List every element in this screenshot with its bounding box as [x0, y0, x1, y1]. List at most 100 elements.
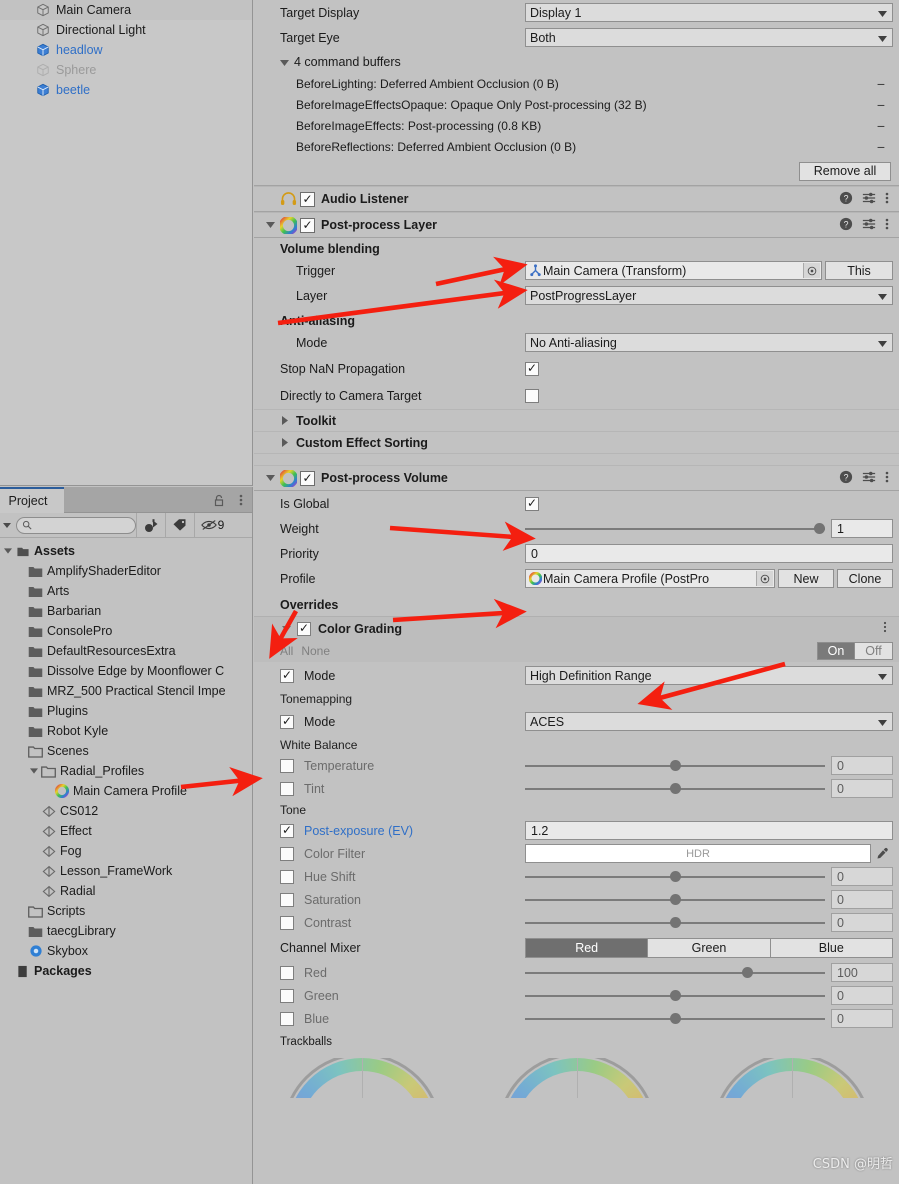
hidden-count-button[interactable]: 9: [194, 513, 230, 537]
color-grading-enabled-checkbox[interactable]: ✓: [297, 621, 311, 636]
hierarchy-item-beetle[interactable]: beetle: [0, 80, 252, 100]
project-tree-item[interactable]: Lesson_FrameWork: [0, 861, 252, 881]
trackball-gain[interactable]: [711, 1058, 872, 1098]
all-button[interactable]: All: [280, 644, 293, 658]
project-tree-item[interactable]: Dissolve Edge by Moonflower C: [0, 661, 252, 681]
direct-target-checkbox[interactable]: [525, 388, 539, 403]
project-tree-item[interactable]: Assets: [0, 541, 252, 561]
preset-icon[interactable]: [862, 470, 876, 487]
object-picker-icon[interactable]: [756, 571, 773, 586]
off-button[interactable]: Off: [855, 642, 893, 660]
chevron-down-icon[interactable]: [0, 522, 14, 528]
weight-value-field[interactable]: 1: [831, 519, 893, 538]
mixer-blue-checkbox[interactable]: [280, 1011, 294, 1026]
lock-icon[interactable]: [212, 492, 226, 508]
aa-mode-dropdown[interactable]: No Anti-aliasing: [525, 333, 893, 352]
preset-icon[interactable]: [862, 217, 876, 234]
triangle-down-icon[interactable]: [262, 475, 278, 481]
project-tree-item[interactable]: Packages: [0, 961, 252, 981]
target-eye-dropdown[interactable]: Both: [525, 28, 893, 47]
custom-effect-sorting-foldout[interactable]: Custom Effect Sorting: [254, 431, 899, 453]
tab-project[interactable]: Project: [0, 487, 64, 513]
profile-object-field[interactable]: Main Camera Profile (PostPro: [525, 569, 775, 588]
tint-checkbox[interactable]: [280, 781, 294, 796]
kebab-menu-icon[interactable]: [885, 217, 889, 234]
help-icon[interactable]: ?: [839, 217, 853, 234]
mixer-blue-slider[interactable]: [525, 1009, 825, 1028]
saturation-checkbox[interactable]: [280, 892, 294, 907]
mixer-green-checkbox[interactable]: [280, 988, 294, 1003]
saturation-slider[interactable]: [525, 890, 825, 909]
project-tree-item[interactable]: Scripts: [0, 901, 252, 921]
filter-by-type-icon[interactable]: [136, 513, 165, 537]
triangle-down-icon[interactable]: [2, 548, 14, 554]
temperature-slider[interactable]: [525, 756, 825, 775]
temperature-value-field[interactable]: 0: [831, 756, 893, 775]
hue-shift-checkbox[interactable]: [280, 869, 294, 884]
saturation-value-field[interactable]: 0: [831, 890, 893, 909]
project-tree-item[interactable]: Effect: [0, 821, 252, 841]
project-tree-item[interactable]: Radial_Profiles: [0, 761, 252, 781]
object-picker-icon[interactable]: [803, 263, 820, 278]
kebab-menu-icon[interactable]: [885, 191, 889, 208]
help-icon[interactable]: ?: [839, 191, 853, 208]
hierarchy-item-directional-light[interactable]: Directional Light: [0, 20, 252, 40]
contrast-slider[interactable]: [525, 913, 825, 932]
tonemapping-mode-checkbox[interactable]: ✓: [280, 714, 294, 729]
audio-listener-enabled-checkbox[interactable]: ✓: [300, 191, 315, 207]
remove-icon[interactable]: −: [877, 118, 899, 134]
eyedropper-icon[interactable]: [871, 844, 893, 863]
tint-slider[interactable]: [525, 779, 825, 798]
kebab-menu-icon[interactable]: [883, 621, 899, 636]
command-buffers-header[interactable]: 4 command buffers: [254, 50, 899, 73]
triangle-down-icon[interactable]: [282, 625, 291, 632]
kebab-menu-icon[interactable]: [885, 470, 889, 487]
color-grading-header[interactable]: ✓ Color Grading: [254, 616, 899, 640]
channel-tab-blue[interactable]: Blue: [770, 937, 893, 958]
project-tree-item[interactable]: Robot Kyle: [0, 721, 252, 741]
none-button[interactable]: None: [301, 644, 330, 658]
post-process-volume-enabled-checkbox[interactable]: ✓: [300, 470, 315, 486]
cg-mode-checkbox[interactable]: ✓: [280, 668, 294, 683]
project-tree-item[interactable]: Skybox: [0, 941, 252, 961]
project-tree-item[interactable]: MRZ_500 Practical Stencil Impe: [0, 681, 252, 701]
project-tree-item[interactable]: Barbarian: [0, 601, 252, 621]
mixer-red-checkbox[interactable]: [280, 965, 294, 980]
on-button[interactable]: On: [817, 642, 855, 660]
mixer-red-value-field[interactable]: 100: [831, 963, 893, 982]
hierarchy-item-main-camera[interactable]: Main Camera: [0, 0, 252, 20]
project-tree-item[interactable]: CS012: [0, 801, 252, 821]
priority-field[interactable]: 0: [525, 544, 893, 563]
project-tree-item[interactable]: taecgLibrary: [0, 921, 252, 941]
tonemapping-mode-dropdown[interactable]: ACES: [525, 712, 893, 731]
remove-icon[interactable]: −: [877, 139, 899, 155]
color-filter-swatch[interactable]: HDR: [525, 844, 871, 863]
target-display-dropdown[interactable]: Display 1: [525, 3, 893, 22]
search-input-field[interactable]: [35, 519, 131, 531]
project-tree-item[interactable]: Radial: [0, 881, 252, 901]
search-input[interactable]: [16, 516, 136, 534]
project-tree-item[interactable]: ConsolePro: [0, 621, 252, 641]
temperature-checkbox[interactable]: [280, 758, 294, 773]
channel-tab-green[interactable]: Green: [648, 937, 771, 958]
stop-nan-checkbox[interactable]: ✓: [525, 361, 539, 376]
new-profile-button[interactable]: New: [778, 569, 834, 588]
on-off-toggle[interactable]: On Off: [817, 642, 893, 660]
component-header-audio-listener[interactable]: ✓ Audio Listener ?: [254, 186, 899, 212]
channel-tab-red[interactable]: Red: [525, 937, 649, 958]
project-tree-item[interactable]: Scenes: [0, 741, 252, 761]
component-header-post-process-layer[interactable]: ✓ Post-process Layer ?: [254, 212, 899, 238]
post-exposure-checkbox[interactable]: ✓: [280, 823, 294, 838]
hierarchy-item-headlow[interactable]: headlow: [0, 40, 252, 60]
project-tree-item[interactable]: DefaultResourcesExtra: [0, 641, 252, 661]
clone-profile-button[interactable]: Clone: [837, 569, 893, 588]
mixer-green-slider[interactable]: [525, 986, 825, 1005]
remove-all-button[interactable]: Remove all: [799, 161, 891, 181]
component-header-post-process-volume[interactable]: ✓ Post-process Volume ?: [254, 465, 899, 491]
remove-icon[interactable]: −: [877, 97, 899, 113]
contrast-value-field[interactable]: 0: [831, 913, 893, 932]
project-tree-item[interactable]: Plugins: [0, 701, 252, 721]
trackball-gamma[interactable]: [496, 1058, 657, 1098]
hierarchy-item-sphere[interactable]: Sphere: [0, 60, 252, 80]
cg-mode-dropdown[interactable]: High Definition Range: [525, 666, 893, 685]
